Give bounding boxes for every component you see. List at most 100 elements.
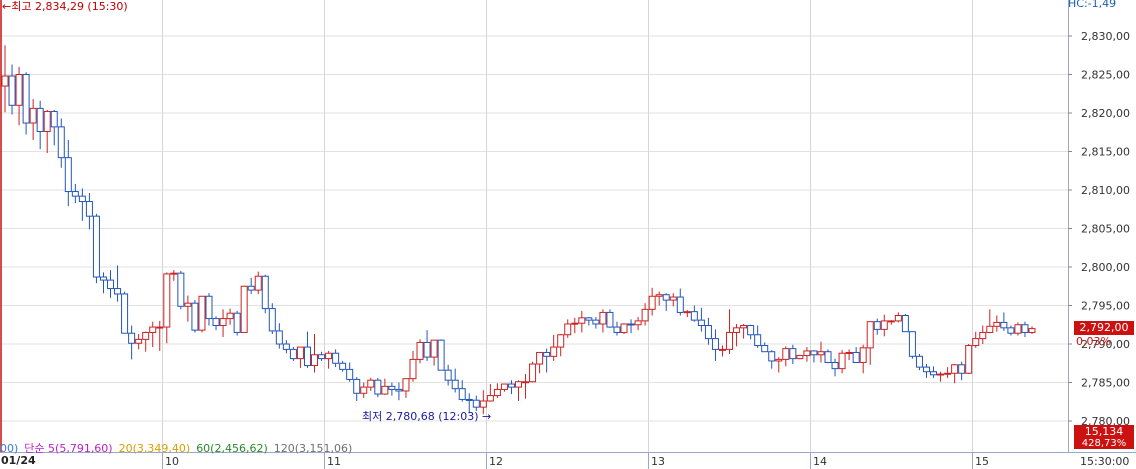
candle-body [726, 331, 734, 350]
candle-body [571, 322, 579, 325]
y-tick-label: 2,810,00 [1081, 184, 1130, 197]
min-annotation: 최저 2,780,68 (12:03) → [362, 408, 491, 424]
y-tick-label: 2,785,00 [1081, 377, 1130, 390]
y-tick-label: 2,800,00 [1081, 261, 1130, 274]
candle-body [543, 351, 551, 357]
candle-body [240, 285, 248, 333]
candle-body [451, 379, 459, 390]
candle-body [880, 320, 888, 330]
candle-body [85, 201, 93, 217]
candle-body [402, 378, 410, 392]
candle-body [824, 351, 832, 363]
candle-body [268, 308, 276, 332]
legend-item: 60(2,456,62) [196, 442, 268, 455]
indicator-legend: 00) 단순 5(5,791,60) 20(3,349,40) 60(2,456,62… [0, 440, 358, 456]
date-label: 10 [165, 455, 179, 468]
candle-body [184, 302, 192, 307]
candle-body [796, 355, 804, 360]
candle-body [1007, 327, 1015, 334]
candle-body [627, 323, 635, 326]
candle-body [866, 321, 874, 349]
candle-body [289, 348, 297, 360]
candle-body [620, 323, 628, 333]
candle-body [437, 339, 445, 371]
candle-body [472, 399, 480, 408]
candle-body [339, 362, 347, 370]
candle-body [1014, 324, 1022, 334]
candle-body [205, 295, 213, 320]
candle-body [768, 351, 776, 362]
candle-body [634, 320, 642, 326]
candle-body [754, 334, 762, 347]
candle-body [43, 110, 51, 132]
candle-body [1028, 328, 1036, 333]
candle-body [36, 107, 44, 132]
volume-badge: 15,134 [1074, 425, 1134, 439]
candle-body [71, 191, 79, 197]
candle-body [360, 386, 368, 394]
candle-body [697, 319, 705, 327]
y-tick-label: 2,795,00 [1081, 300, 1130, 313]
candle-body [163, 273, 171, 328]
candle-body [395, 388, 403, 392]
candle-body [177, 272, 185, 307]
candle-body [986, 325, 994, 333]
candle-body [894, 315, 902, 322]
hc-label: HC:-1,49 [1068, 0, 1117, 10]
candle-body [381, 385, 389, 395]
candle-body [500, 383, 508, 390]
candle-body [121, 293, 129, 334]
candle-body [669, 296, 677, 301]
candle-body [303, 346, 311, 367]
candle-body [944, 372, 952, 375]
candle-body [887, 320, 895, 323]
legend-item: 120(3,151,06) [273, 442, 353, 455]
candle-body [803, 350, 811, 357]
candle-body [50, 110, 58, 128]
candle-body [332, 352, 340, 364]
candle-body [233, 312, 241, 333]
candle-body [219, 318, 227, 327]
candle-body [191, 302, 199, 331]
candle-body [655, 294, 663, 297]
y-tick-label: 2,805,00 [1081, 223, 1130, 236]
candle-body [711, 338, 719, 350]
candle-body [247, 285, 255, 291]
candle-body [479, 400, 487, 408]
candle-body [353, 378, 361, 394]
candle-body [810, 350, 818, 356]
candle-body [29, 107, 37, 124]
candle-body [993, 321, 1001, 327]
y-tick-label: 2,830,00 [1081, 30, 1130, 43]
candle-body [606, 311, 614, 328]
candle-body [908, 331, 916, 357]
candle-body [930, 371, 938, 376]
candle-body [718, 348, 726, 351]
candle-body [374, 379, 382, 395]
y-tick-label: 2,815,00 [1081, 146, 1130, 159]
candle-body [838, 352, 846, 370]
candle-body [367, 379, 375, 388]
candle-body [733, 327, 741, 333]
candle-body [599, 311, 607, 325]
candle-body [683, 311, 691, 314]
candle-body [831, 361, 839, 370]
date-label-first: 01/24 [1, 454, 36, 467]
last-price-badge: 2,792,00 [1074, 321, 1134, 335]
candle-body [107, 279, 115, 290]
candle-body [937, 373, 945, 376]
max-annotation-text: 최고 2,834,29 (15:30) [11, 0, 128, 13]
candle-body [486, 395, 494, 402]
candle-body [282, 343, 290, 350]
candle-body [564, 323, 572, 336]
candle-body [529, 363, 537, 383]
candle-body [522, 381, 530, 384]
candle-body [423, 341, 431, 358]
candle-body [859, 347, 867, 363]
candle-body [901, 315, 909, 333]
candle-body [114, 288, 122, 295]
candle-body [740, 325, 748, 329]
candle-body [275, 330, 283, 345]
candle-body [852, 351, 860, 363]
candle-body [648, 295, 656, 310]
